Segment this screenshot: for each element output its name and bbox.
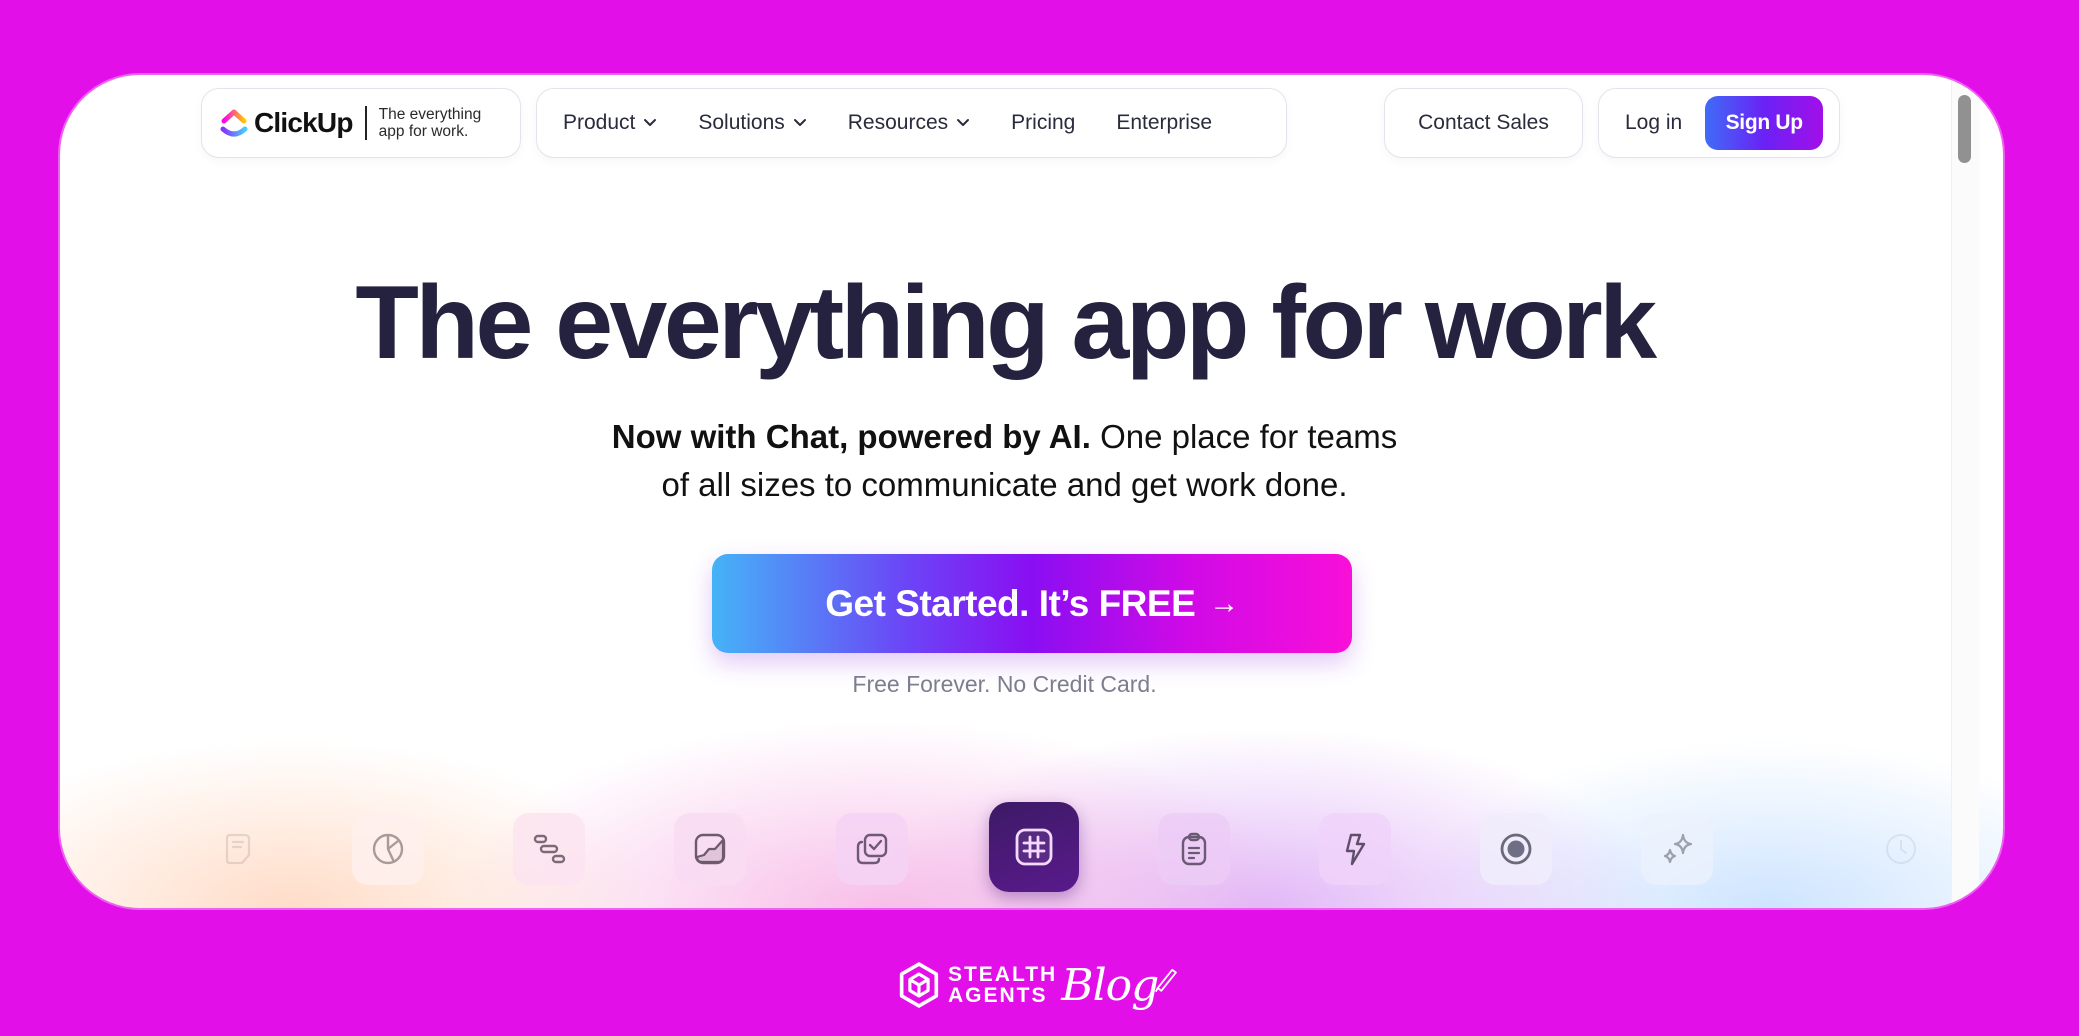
logo-wordmark: ClickUp: [254, 107, 353, 138]
clock-icon: [1886, 834, 1916, 864]
pen-icon: [1155, 968, 1178, 993]
clickup-logo-icon: [220, 109, 248, 137]
scrollbar-thumb[interactable]: [1958, 95, 1971, 163]
feature-tile-gantt[interactable]: [513, 813, 585, 885]
pie-chart-icon: [372, 833, 404, 865]
get-started-button[interactable]: Get Started. It’s FREE →: [712, 554, 1352, 653]
signup-button[interactable]: Sign Up: [1705, 96, 1824, 150]
nav-item-label: Solutions: [698, 111, 785, 134]
record-icon: [1500, 833, 1532, 865]
brand-wordmark: STEALTH AGENTS: [948, 964, 1057, 1006]
clipboard-icon: [1181, 832, 1207, 866]
hero-subheading: Now with Chat, powered by AI. One place …: [60, 413, 1949, 509]
nav-item-label: Enterprise: [1116, 111, 1213, 134]
contact-sales-label: Contact Sales: [1418, 111, 1549, 134]
subheading-bold: Now with Chat, powered by AI.: [611, 418, 1091, 455]
subheading-line1: One place for teams: [1090, 418, 1398, 455]
nav-item-label: Product: [563, 111, 636, 134]
brand-script: Blog: [1061, 959, 1159, 1011]
stealth-agents-blog-logo: STEALTH AGENTS Blog: [898, 954, 1178, 1016]
scrollbar-track[interactable]: [1951, 75, 1979, 908]
logo-tagline-line1: The everything: [378, 106, 482, 123]
feature-tile-dashboards[interactable]: [674, 813, 746, 885]
nav-item-pricing[interactable]: Pricing: [1011, 111, 1075, 135]
chevron-down-icon: [644, 119, 657, 126]
contact-sales-button[interactable]: Contact Sales: [1384, 88, 1583, 158]
lightning-icon: [1345, 833, 1366, 866]
logo-divider: [364, 106, 367, 140]
document-icon: [225, 833, 251, 865]
logo-link[interactable]: ClickUp The everything app for work.: [201, 88, 521, 158]
logo-tagline: The everything app for work.: [379, 106, 482, 140]
feature-tile-forms[interactable]: [1158, 813, 1230, 885]
hero-headline: The everything app for work: [355, 265, 1657, 381]
cta-note: Free Forever. No Credit Card.: [852, 671, 1157, 697]
feature-tile-reporting[interactable]: [352, 813, 424, 885]
brand-line2: AGENTS: [947, 984, 1048, 1007]
nav-item-label: Pricing: [1011, 111, 1076, 134]
nav-item-label: Resources: [847, 111, 949, 134]
hexagon-cube-icon: [899, 962, 939, 1008]
subheading-line2: of all sizes to communicate and get work…: [661, 466, 1348, 503]
feature-tile-ai[interactable]: [1641, 813, 1713, 885]
browser-window: ClickUp The everything app for work. Pro…: [60, 75, 2003, 908]
tasks-check-icon: [856, 833, 888, 865]
dashboard-chart-icon: [694, 833, 726, 865]
feature-tile-automations[interactable]: [1319, 813, 1391, 885]
feature-tile-tasks[interactable]: [836, 813, 908, 885]
ai-sparkle-icon: [1663, 833, 1693, 864]
feature-tile-clips[interactable]: [1480, 813, 1552, 885]
chevron-down-icon: [793, 119, 806, 126]
logo-tagline-line2: app for work.: [378, 123, 469, 140]
cta-label: Get Started. It’s FREE: [825, 582, 1196, 624]
feature-tile-time[interactable]: [1865, 813, 1937, 885]
auth-group: Log in Sign Up: [1598, 88, 1840, 158]
nav-item-product[interactable]: Product: [563, 111, 657, 135]
brand-line1: STEALTH: [947, 963, 1058, 986]
feature-tile-docs[interactable]: [203, 813, 275, 885]
nav-item-solutions[interactable]: Solutions: [698, 111, 806, 135]
feature-tile-chat[interactable]: [989, 802, 1079, 892]
arrow-right-icon: →: [1209, 586, 1239, 620]
chat-hash-icon: [1015, 828, 1053, 866]
nav-item-enterprise[interactable]: Enterprise: [1116, 111, 1212, 135]
nav-item-resources[interactable]: Resources: [848, 111, 970, 135]
login-link[interactable]: Log in: [1625, 111, 1682, 135]
main-nav: Product Solutions Resources Pricing Ente…: [536, 88, 1287, 158]
chevron-down-icon: [957, 119, 970, 126]
gantt-icon: [533, 834, 566, 864]
